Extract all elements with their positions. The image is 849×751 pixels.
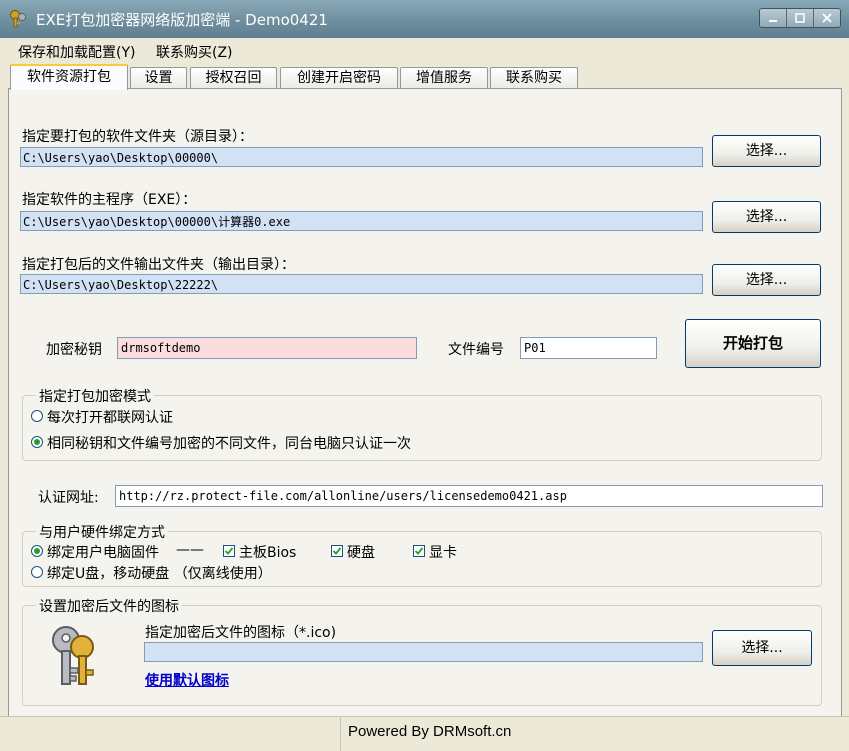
bind-dash: ——	[176, 542, 204, 558]
menu-bar: 保存和加载配置(Y) 联系购买(Z)	[0, 38, 849, 62]
close-icon	[822, 13, 832, 23]
powered-by-text: Powered By DRMsoft.cn	[348, 723, 512, 740]
maximize-icon	[795, 13, 805, 23]
hardware-group-title: 与用户硬件绑定方式	[36, 522, 168, 542]
icon-file-field[interactable]	[144, 642, 703, 662]
main-exe-label: 指定软件的主程序（EXE）：	[22, 192, 197, 208]
icon-file-label: 指定加密后文件的图标（*.ico)	[145, 625, 337, 641]
close-button[interactable]	[814, 9, 840, 27]
bind-usb-radio[interactable]	[31, 566, 43, 578]
disk-label[interactable]: 硬盘	[347, 542, 375, 562]
checkmark-icon	[224, 547, 234, 555]
main-exe-select-button[interactable]: 选择...	[712, 201, 821, 233]
bios-label[interactable]: 主板Bios	[239, 542, 296, 562]
tab-software-package[interactable]: 软件资源打包	[10, 64, 128, 90]
tab-contact-buy[interactable]: 联系购买	[490, 67, 578, 88]
minimize-icon	[769, 20, 777, 22]
bios-checkbox[interactable]	[223, 545, 235, 557]
file-number-label: 文件编号	[448, 342, 504, 358]
menu-save-load[interactable]: 保存和加载配置(Y)	[18, 42, 135, 62]
gpu-checkbox[interactable]	[413, 545, 425, 557]
source-select-button[interactable]: 选择...	[712, 135, 821, 167]
checkmark-icon	[414, 547, 424, 555]
bind-pc-label[interactable]: 绑定用户电脑固件	[47, 542, 159, 562]
auth-url-field[interactable]: http://rz.protect-file.com/allonline/use…	[115, 485, 823, 507]
icon-group-title: 设置加密后文件的图标	[36, 596, 182, 616]
keys-icon	[10, 10, 26, 28]
source-dir-label: 指定要打包的软件文件夹（源目录）：	[22, 129, 253, 145]
output-select-button[interactable]: 选择...	[712, 264, 821, 296]
tab-settings[interactable]: 设置	[130, 67, 187, 88]
window-controls	[759, 8, 841, 28]
encrypt-key-label: 加密秘钥	[46, 342, 102, 358]
maximize-button[interactable]	[787, 9, 814, 27]
output-dir-label: 指定打包后的文件输出文件夹（输出目录）：	[22, 257, 295, 273]
tab-create-password[interactable]: 创建开启密码	[280, 67, 398, 88]
gpu-label[interactable]: 显卡	[429, 542, 457, 562]
disk-checkbox[interactable]	[331, 545, 343, 557]
main-exe-field[interactable]: C:\Users\yao\Desktop\00000\计算器0.exe	[20, 211, 703, 231]
keys-icon	[52, 626, 94, 685]
use-default-icon-link[interactable]: 使用默认图标	[145, 670, 229, 690]
checkmark-icon	[332, 547, 342, 555]
mode-option-once-label[interactable]: 相同秘钥和文件编号加密的不同文件，同台电脑只认证一次	[47, 433, 411, 453]
tab-value-added[interactable]: 增值服务	[400, 67, 488, 88]
encrypt-key-field[interactable]: drmsoftdemo	[117, 337, 417, 359]
icon-select-button[interactable]: 选择...	[712, 630, 812, 666]
title-bar[interactable]: EXE打包加密器网络版加密端 - Demo0421	[0, 0, 849, 39]
mode-group-title: 指定打包加密模式	[36, 386, 154, 406]
mode-radio-online[interactable]	[31, 410, 43, 422]
window-title: EXE打包加密器网络版加密端 - Demo0421	[36, 11, 328, 29]
bind-pc-radio[interactable]	[31, 545, 43, 557]
bind-usb-label[interactable]: 绑定U盘，移动硬盘 （仅离线使用）	[47, 563, 272, 583]
tab-license-recall[interactable]: 授权召回	[190, 67, 277, 88]
file-number-field[interactable]: P01	[520, 337, 657, 359]
auth-url-label: 认证网址:	[38, 490, 99, 506]
status-bar: Powered By DRMsoft.cn	[0, 716, 849, 751]
mode-radio-once[interactable]	[31, 436, 43, 448]
output-dir-field[interactable]: C:\Users\yao\Desktop\22222\	[20, 274, 703, 294]
source-dir-field[interactable]: C:\Users\yao\Desktop\00000\	[20, 147, 703, 167]
minimize-button[interactable]	[760, 9, 787, 27]
mode-option-online-label[interactable]: 每次打开都联网认证	[47, 407, 173, 427]
menu-contact-buy[interactable]: 联系购买(Z)	[156, 42, 233, 62]
start-package-button[interactable]: 开始打包	[685, 319, 821, 368]
